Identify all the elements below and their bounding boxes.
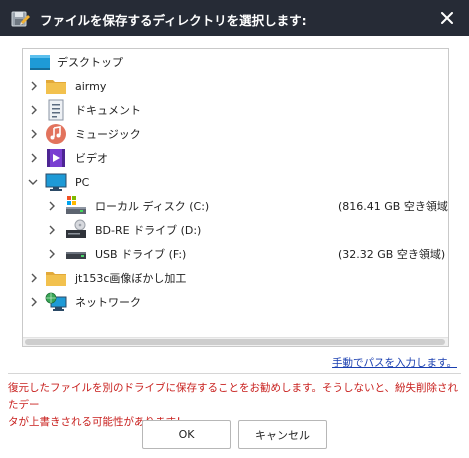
dialog-title: ファイルを保存するディレクトリを選択します: [40,13,307,28]
tree-item-airmy[interactable]: airmy [23,74,448,98]
tree-item-bd-re-d[interactable]: BD-RE ドライブ (D:) [23,218,448,242]
chevron-right-icon[interactable] [47,249,57,259]
chevron-right-icon[interactable] [29,297,39,307]
horizontal-scrollbar[interactable] [23,337,448,346]
tree-item-label: ローカル ディスク (C:) [95,200,210,213]
tree-item-label: ビデオ [75,152,108,165]
chevron-right-icon[interactable] [29,81,39,91]
tree-item-label: ネットワーク [75,296,141,309]
video-icon [45,147,67,169]
network-icon [45,291,67,313]
title-bar: ファイルを保存するディレクトリを選択します: [0,0,469,36]
folder-icon [45,75,67,97]
tree-item-usb-f[interactable]: USB ドライブ (F:) (32.32 GB 空き領域) [23,242,448,266]
manual-path-link[interactable]: 手動でパスを入力します。 [332,355,457,370]
tree-item-label: USB ドライブ (F:) [95,248,187,261]
chevron-right-icon[interactable] [29,105,39,115]
divider [8,373,461,374]
tree-item-label: airmy [75,79,107,93]
tree-item-label: デスクトップ [57,56,123,69]
optical-drive-icon [65,219,87,241]
tree-item-music[interactable]: ミュージック [23,122,448,146]
free-space-label: (816.41 GB 空き領域) [338,200,449,213]
ok-button[interactable]: OK [142,420,231,449]
tree-item-label: ミュージック [75,128,141,141]
overwrite-warning: 復元したファイルを別のドライブに保存することをお勧めします。そうしないと、紛失削… [8,380,464,431]
tree-item-label: BD-RE ドライブ (D:) [95,224,202,237]
tree-item-documents[interactable]: ドキュメント [23,98,448,122]
folder-tree[interactable]: デスクトップ airmy ドキュメント ミュージック ビデオ PC ローカル デ… [22,48,449,347]
usb-drive-icon [65,243,87,265]
tree-item-label: jt153c画像ぼかし加工 [75,272,187,285]
scrollbar-thumb[interactable] [25,339,445,345]
chevron-right-icon[interactable] [47,201,57,211]
free-space-label: (32.32 GB 空き領域) [338,248,446,261]
warning-line: タが上書きされる可能性があります！ [8,416,187,428]
computer-icon [45,171,67,193]
close-button[interactable] [435,6,459,30]
music-icon [45,123,67,145]
documents-icon [45,99,67,121]
tree-item-video[interactable]: ビデオ [23,146,448,170]
chevron-right-icon[interactable] [29,153,39,163]
local-disk-icon [65,195,87,217]
tree-item-label: ドキュメント [75,104,141,117]
tree-item-label: PC [75,175,90,189]
tree-item-pc[interactable]: PC [23,170,448,194]
chevron-right-icon[interactable] [29,273,39,283]
cancel-button[interactable]: キャンセル [238,420,327,449]
close-icon [441,12,453,24]
tree-item-jt153c-folder[interactable]: jt153c画像ぼかし加工 [23,266,448,290]
warning-line: 復元したファイルを別のドライブに保存することをお勧めします。そうしないと、紛失削… [8,382,459,411]
desktop-icon [29,51,51,73]
tree-item-network[interactable]: ネットワーク [23,290,448,314]
tree-item-desktop[interactable]: デスクトップ [23,50,448,74]
chevron-down-icon[interactable] [28,177,38,187]
disk-tool-icon [9,8,31,30]
folder-icon [45,267,67,289]
save-directory-dialog: ファイルを保存するディレクトリを選択します: デスクトップ airmy ドキュメ… [0,0,469,458]
chevron-right-icon[interactable] [29,129,39,139]
chevron-right-icon[interactable] [47,225,57,235]
tree-item-local-disk-c[interactable]: ローカル ディスク (C:) (816.41 GB 空き領域) [23,194,448,218]
